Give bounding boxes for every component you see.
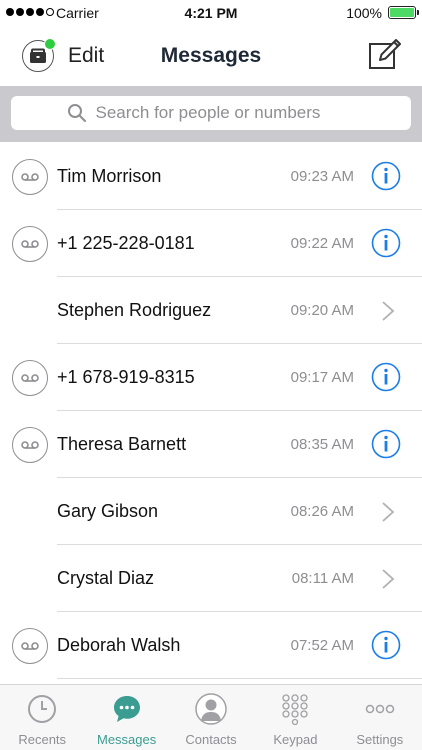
voicemail-icon	[21, 374, 39, 382]
contact-name: Theresa Barnett	[57, 434, 187, 454]
row-divider	[57, 678, 422, 679]
message-row[interactable]: Crystal Diaz 08:11 AM	[0, 545, 422, 612]
message-time: 09:20 AM	[290, 302, 354, 319]
contact-name: Deborah Walsh	[57, 635, 181, 655]
message-row[interactable]: Gary Gibson 08:26 AM	[0, 478, 422, 545]
chevron-right-icon[interactable]	[381, 300, 395, 322]
tab-settings-label: Settings	[356, 732, 404, 747]
voicemail-badge	[12, 427, 48, 463]
search-box[interactable]	[11, 96, 411, 130]
tab-contacts-label: Contacts	[185, 732, 237, 747]
clock-icon	[28, 695, 57, 723]
message-time: 09:22 AM	[290, 235, 354, 252]
message-time: 09:23 AM	[290, 168, 354, 185]
search-bar	[0, 86, 422, 142]
contact-name: +1 225-228-0181	[57, 233, 195, 253]
tab-keypad[interactable]: Keypad	[253, 685, 337, 750]
contact-name: Tim Morrison	[57, 166, 162, 186]
keypad-icon	[282, 694, 309, 725]
nav-bar: Edit Messages	[0, 26, 422, 86]
tab-messages-label: Messages	[96, 732, 157, 747]
chat-bubble-icon	[113, 696, 140, 722]
tab-settings[interactable]: Settings	[338, 685, 422, 750]
voicemail-icon	[21, 642, 39, 650]
voicemail-badge	[12, 628, 48, 664]
more-icon	[365, 704, 395, 714]
contact-name: Crystal Diaz	[57, 568, 155, 588]
contact-name: Stephen Rodriguez	[57, 300, 212, 320]
message-time: 09:17 AM	[290, 369, 354, 386]
page-title: Messages	[160, 44, 262, 67]
search-icon	[67, 104, 86, 122]
info-icon[interactable]	[371, 429, 401, 459]
message-list: Tim Morrison 09:23 AM +1 225-228-0181 09:22…	[0, 143, 422, 679]
message-row[interactable]: Deborah Walsh 07:52 AM	[0, 612, 422, 679]
status-bar: Carrier 4:21 PM 100%	[0, 0, 422, 26]
info-icon[interactable]	[371, 228, 401, 258]
message-row[interactable]: Stephen Rodriguez 09:20 AM	[0, 277, 422, 344]
message-time: 07:52 AM	[290, 637, 354, 654]
voicemail-badge	[12, 360, 48, 396]
message-row[interactable]: +1 678-919-8315 09:17 AM	[0, 344, 422, 411]
info-icon[interactable]	[371, 630, 401, 660]
voicemail-badge	[12, 159, 48, 195]
tab-bar: Recents Messages Contacts Keypad Setting…	[0, 684, 422, 750]
search-input[interactable]	[95, 103, 356, 123]
info-icon[interactable]	[371, 161, 401, 191]
battery-percent: 100%	[346, 5, 382, 21]
voicemail-icon	[21, 173, 39, 181]
voicemail-icon	[21, 240, 39, 248]
voicemail-icon	[21, 441, 39, 449]
compose-icon[interactable]	[368, 38, 402, 72]
chevron-right-icon[interactable]	[381, 501, 395, 523]
tab-recents[interactable]: Recents	[0, 685, 84, 750]
battery-icon	[388, 6, 419, 19]
message-time: 08:11 AM	[291, 570, 354, 587]
voicemail-badge	[12, 226, 48, 262]
message-time: 08:35 AM	[290, 436, 354, 453]
contact-name: +1 678-919-8315	[57, 367, 195, 387]
message-time: 08:26 AM	[290, 503, 354, 520]
message-row[interactable]: Theresa Barnett 08:35 AM	[0, 411, 422, 478]
info-icon[interactable]	[371, 362, 401, 392]
message-row[interactable]: +1 225-228-0181 09:22 AM	[0, 210, 422, 277]
tab-recents-label: Recents	[18, 732, 67, 747]
message-row[interactable]: Tim Morrison 09:23 AM	[0, 143, 422, 210]
tab-keypad-label: Keypad	[273, 732, 318, 747]
contact-name: Gary Gibson	[57, 501, 159, 521]
tab-contacts[interactable]: Contacts	[169, 685, 253, 750]
person-icon	[195, 693, 227, 725]
tab-messages[interactable]: Messages	[84, 685, 168, 750]
chevron-right-icon[interactable]	[381, 568, 395, 590]
